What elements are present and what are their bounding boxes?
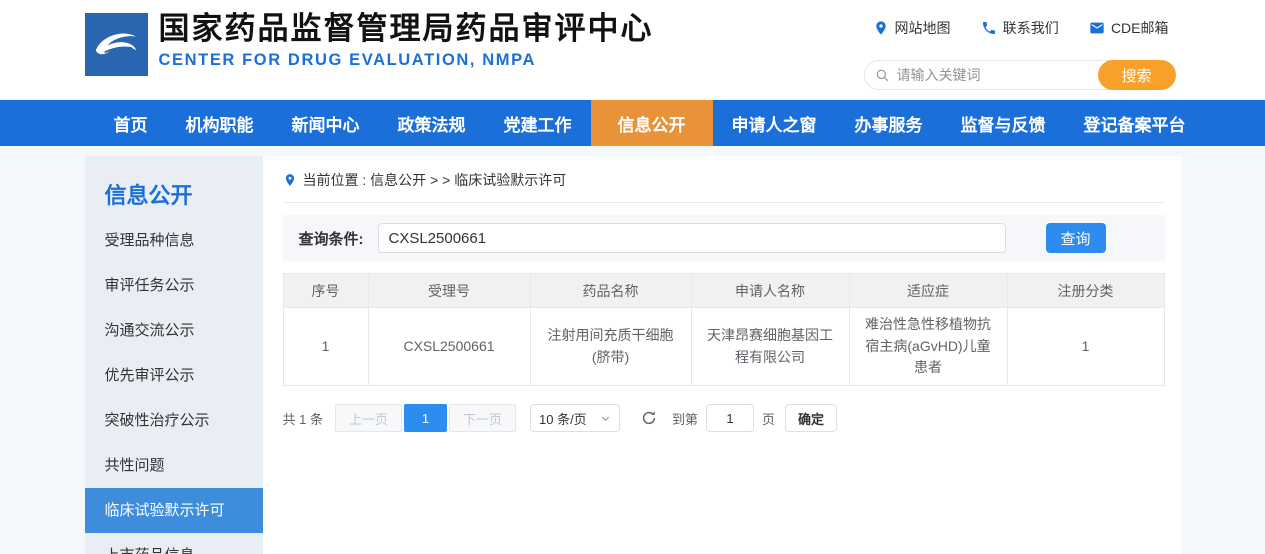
breadcrumb-text: 当前位置 : 信息公开 > > 临床试验默示许可	[303, 170, 567, 190]
page-size-value: 10 条/页	[539, 409, 587, 428]
site-header: 国家药品监督管理局药品审评中心 CENTER FOR DRUG EVALUATI…	[0, 0, 1265, 100]
col-header-acceptance-no: 受理号	[368, 274, 530, 308]
header-search-button[interactable]: 搜索	[1098, 60, 1176, 90]
col-header-applicant: 申请人名称	[691, 274, 849, 308]
cde-logo	[85, 13, 148, 76]
cell-acceptance-no: CXSL2500661	[368, 308, 530, 386]
page-number-button[interactable]: 1	[404, 404, 447, 432]
cell-applicant: 天津昂赛细胞基因工程有限公司	[691, 308, 849, 386]
sidebar-item-accepted-varieties[interactable]: 受理品种信息	[85, 218, 263, 263]
sidebar-item-communication[interactable]: 沟通交流公示	[85, 308, 263, 353]
col-header-drug-name: 药品名称	[530, 274, 691, 308]
cde-logo-icon	[85, 13, 148, 76]
header-search-input[interactable]	[897, 67, 1090, 83]
sidebar-item-clinical-trial-implied-license[interactable]: 临床试验默示许可	[85, 488, 263, 533]
search-icon	[875, 68, 890, 83]
sidebar-title: 信息公开	[85, 178, 263, 210]
main-content: 当前位置 : 信息公开 > > 临床试验默示许可 查询条件: 查询 序号 受理号…	[263, 156, 1181, 554]
chevron-down-icon	[600, 413, 611, 424]
goto-page-input[interactable]	[706, 404, 754, 432]
col-header-index: 序号	[283, 274, 368, 308]
cell-indication: 难治性急性移植物抗宿主病(aGvHD)儿童患者	[849, 308, 1007, 386]
location-pin-icon	[283, 172, 297, 188]
query-button[interactable]: 查询	[1046, 223, 1106, 253]
sidebar-item-marketed-drugs[interactable]: 上市药品信息	[85, 533, 263, 554]
site-title: 国家药品监督管理局药品审评中心	[159, 10, 654, 47]
sidebar-item-review-tasks[interactable]: 审评任务公示	[85, 263, 263, 308]
nav-item-functions[interactable]: 机构职能	[167, 100, 273, 146]
cell-index: 1	[283, 308, 368, 386]
query-label: 查询条件:	[299, 228, 364, 249]
breadcrumb: 当前位置 : 信息公开 > > 临床试验默示许可	[283, 170, 1165, 203]
table-header-row: 序号 受理号 药品名称 申请人名称 适应症 注册分类	[283, 274, 1164, 308]
phone-icon	[981, 20, 997, 36]
query-input[interactable]	[378, 223, 1006, 253]
col-header-indication: 适应症	[849, 274, 1007, 308]
col-header-registration-class: 注册分类	[1007, 274, 1164, 308]
sitemap-link[interactable]: 网站地图	[873, 18, 951, 38]
site-subtitle: CENTER FOR DRUG EVALUATION, NMPA	[159, 51, 654, 70]
sidebar-item-priority-review[interactable]: 优先审评公示	[85, 353, 263, 398]
header-quick-links: 网站地图 联系我们 CDE邮箱	[873, 18, 1169, 38]
envelope-icon	[1089, 20, 1105, 36]
main-nav: 首页 机构职能 新闻中心 政策法规 党建工作 信息公开 申请人之窗 办事服务 监…	[0, 100, 1265, 146]
nav-item-home[interactable]: 首页	[95, 100, 167, 146]
location-pin-icon	[873, 20, 889, 36]
nav-item-registration-platform[interactable]: 登记备案平台	[1065, 100, 1205, 146]
sidebar-item-breakthrough-therapy[interactable]: 突破性治疗公示	[85, 398, 263, 443]
cde-mail-link[interactable]: CDE邮箱	[1089, 18, 1169, 38]
query-bar: 查询条件: 查询	[283, 215, 1165, 261]
refresh-icon[interactable]	[640, 409, 658, 427]
pagination-total: 共 1 条	[283, 409, 323, 428]
contact-label: 联系我们	[1003, 18, 1059, 38]
nav-item-services[interactable]: 办事服务	[836, 100, 942, 146]
results-table: 序号 受理号 药品名称 申请人名称 适应症 注册分类 1 CXSL2500661…	[283, 273, 1165, 386]
cell-drug-name: 注射用间充质干细胞(脐带)	[530, 308, 691, 386]
header-search: 搜索	[864, 60, 1169, 90]
sidebar-item-common-questions[interactable]: 共性问题	[85, 443, 263, 488]
next-page-button[interactable]: 下一页	[449, 404, 516, 432]
prev-page-button[interactable]: 上一页	[335, 404, 402, 432]
table-row: 1 CXSL2500661 注射用间充质干细胞(脐带) 天津昂赛细胞基因工程有限…	[283, 308, 1164, 386]
contact-link[interactable]: 联系我们	[981, 18, 1059, 38]
nav-item-news[interactable]: 新闻中心	[273, 100, 379, 146]
nav-item-party-building[interactable]: 党建工作	[485, 100, 591, 146]
nav-item-supervision-feedback[interactable]: 监督与反馈	[942, 100, 1065, 146]
pagination: 共 1 条 上一页 1 下一页 10 条/页 到第 页 确定	[283, 404, 1165, 432]
page-size-select[interactable]: 10 条/页	[530, 404, 620, 432]
nav-item-info-disclosure[interactable]: 信息公开	[591, 100, 713, 146]
sitemap-label: 网站地图	[895, 18, 951, 38]
cell-registration-class: 1	[1007, 308, 1164, 386]
goto-confirm-button[interactable]: 确定	[785, 404, 837, 432]
goto-suffix: 页	[762, 409, 775, 428]
sidebar: 信息公开 受理品种信息 审评任务公示 沟通交流公示 优先审评公示 突破性治疗公示…	[85, 156, 263, 554]
goto-prefix: 到第	[672, 409, 698, 428]
cde-mail-label: CDE邮箱	[1111, 18, 1169, 38]
nav-item-applicant-window[interactable]: 申请人之窗	[713, 100, 836, 146]
nav-item-policies[interactable]: 政策法规	[379, 100, 485, 146]
